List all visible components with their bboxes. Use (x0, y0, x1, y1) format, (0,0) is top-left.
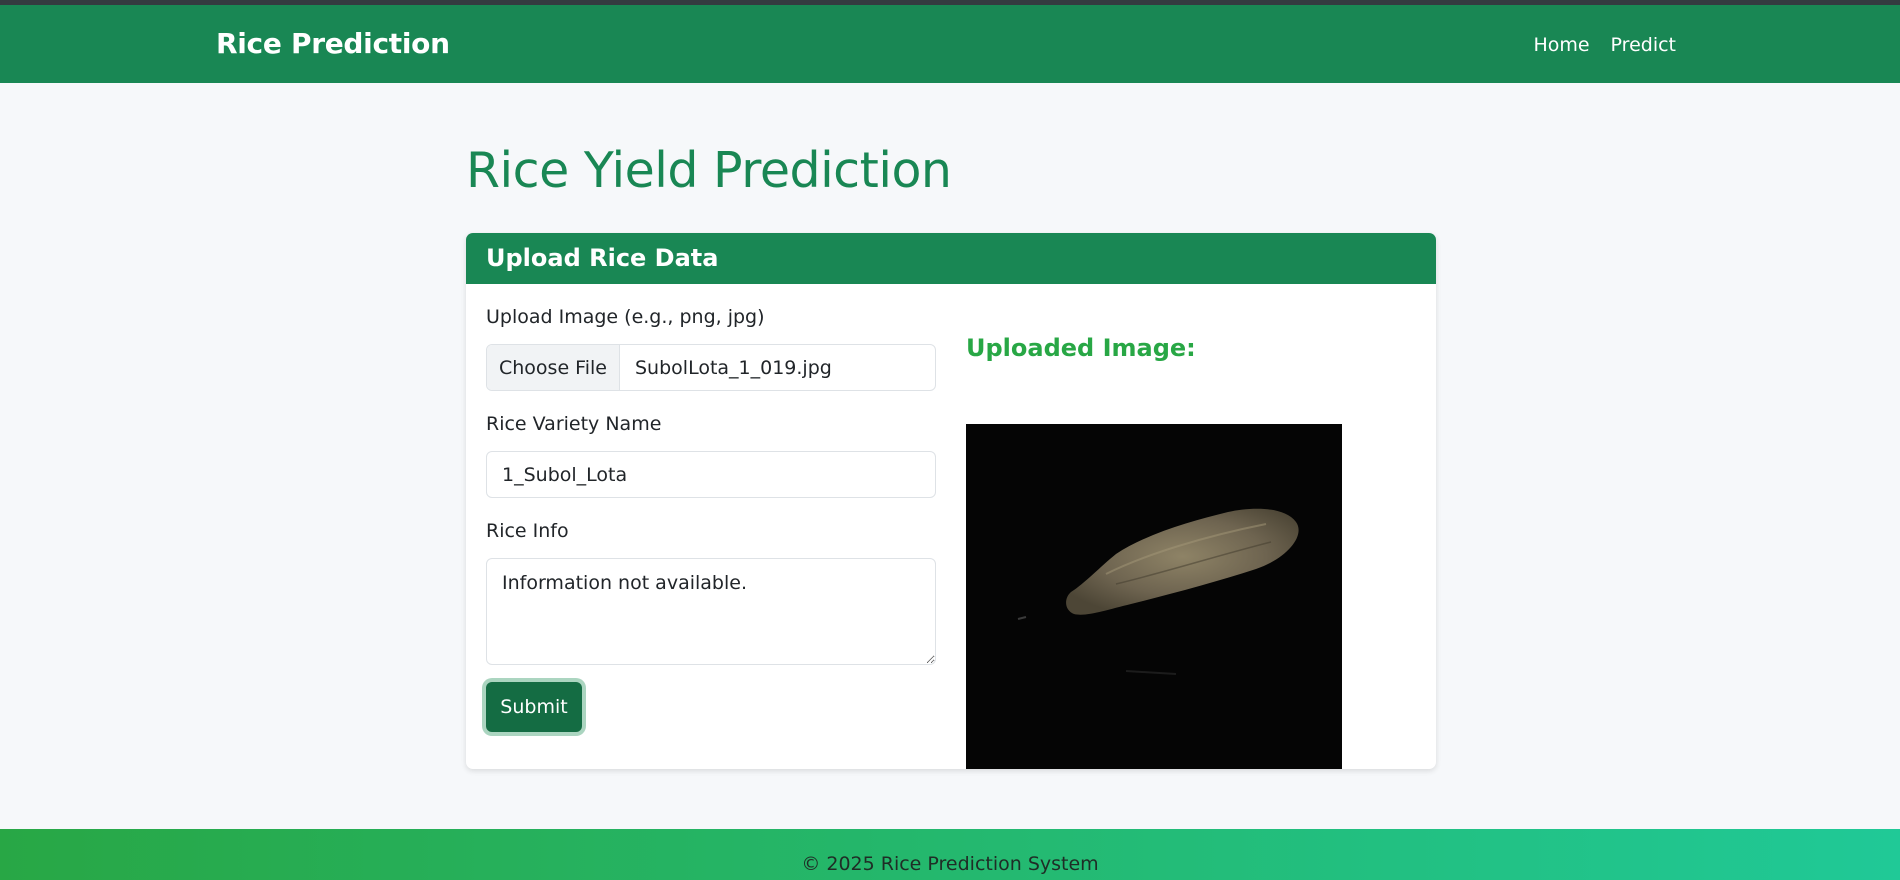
footer-copyright: © 2025 Rice Prediction System (801, 853, 1099, 875)
nav-link-home[interactable]: Home (1533, 34, 1589, 56)
choose-file-button[interactable]: Choose File (487, 345, 620, 390)
submit-button[interactable]: Submit (486, 682, 582, 732)
file-input[interactable]: Choose File SubolLota_1_019.jpg (486, 344, 936, 391)
nav-links: Home Predict (1533, 34, 1676, 56)
preview-title: Uploaded Image: (966, 334, 1196, 362)
upload-card: Upload Rice Data Upload Image (e.g., png… (466, 233, 1436, 769)
navbar-brand[interactable]: Rice Prediction (216, 27, 450, 60)
card-header: Upload Rice Data (466, 233, 1436, 284)
image-upload-label: Upload Image (e.g., png, jpg) (486, 306, 765, 328)
rice-info-textarea[interactable]: Information not available. (486, 558, 936, 665)
file-name-display: SubolLota_1_019.jpg (635, 356, 832, 379)
nav-link-predict[interactable]: Predict (1611, 34, 1676, 56)
rice-info-label: Rice Info (486, 520, 569, 542)
rice-grain-image (966, 424, 1342, 769)
variety-name-input[interactable] (486, 451, 936, 498)
page-title: Rice Yield Prediction (466, 142, 952, 199)
footer: © 2025 Rice Prediction System (0, 829, 1900, 880)
navbar: Rice Prediction Home Predict (0, 5, 1900, 83)
uploaded-rice-image (966, 424, 1342, 769)
variety-label: Rice Variety Name (486, 413, 662, 435)
